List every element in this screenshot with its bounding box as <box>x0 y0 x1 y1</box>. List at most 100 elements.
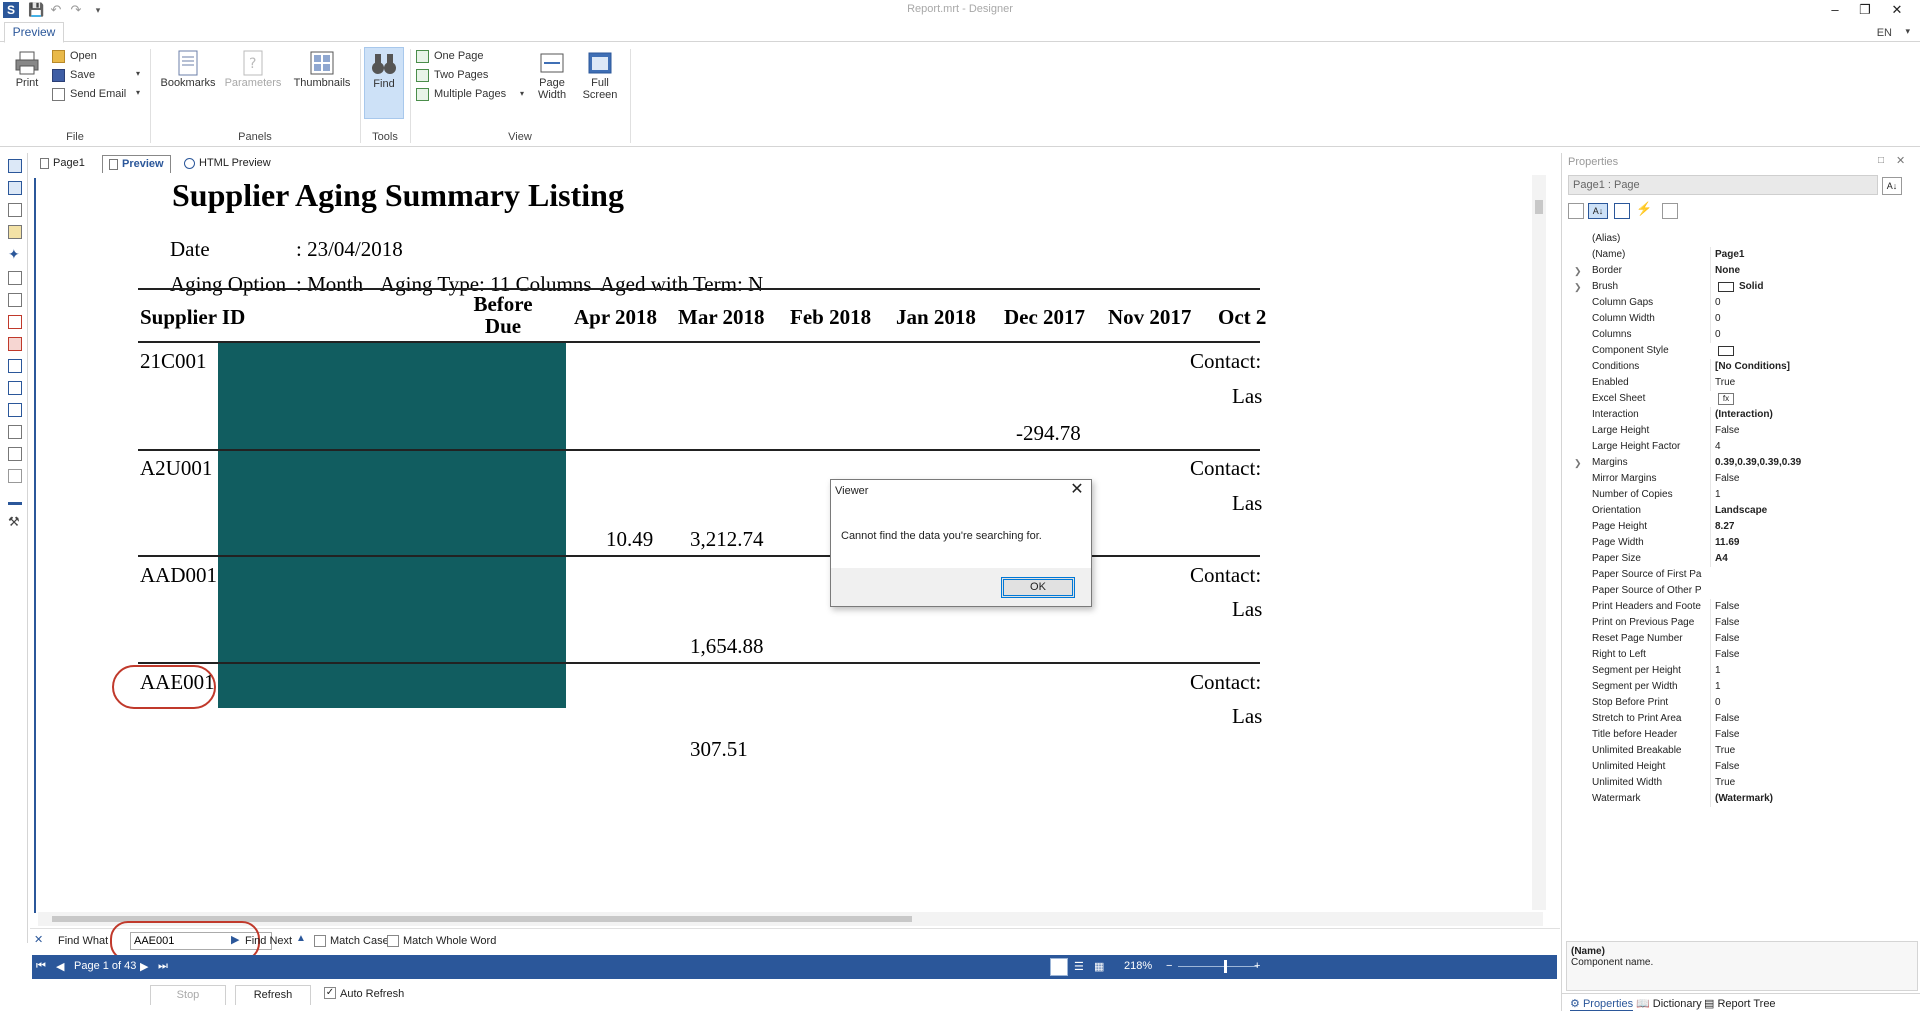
property-row[interactable]: Columns 0 <box>1566 327 1906 343</box>
property-row[interactable]: Segment per Width 1 <box>1566 679 1906 695</box>
property-row[interactable]: Unlimited Width True <box>1566 775 1906 791</box>
barcode-component-icon[interactable] <box>8 337 22 351</box>
property-value[interactable]: 1 <box>1710 487 1900 503</box>
first-page-icon[interactable]: ⏮ <box>36 960 46 973</box>
continuous-view-icon[interactable]: ☰ <box>1074 960 1084 973</box>
thumbnails-button[interactable]: Thumbnails <box>290 49 354 89</box>
property-row[interactable]: Mirror Margins False <box>1566 471 1906 487</box>
zoom-slider[interactable] <box>1178 966 1258 967</box>
multi-page-view-icon[interactable]: ▦ <box>1094 960 1104 973</box>
property-value[interactable]: True <box>1710 743 1900 759</box>
property-row[interactable]: Component Style <box>1566 343 1906 359</box>
auto-refresh-checkbox[interactable]: ✓ <box>324 987 336 999</box>
expand-icon[interactable]: ❯ <box>1574 455 1582 471</box>
close-icon[interactable]: ✕ <box>1067 480 1087 500</box>
property-row[interactable]: Paper Size A4 <box>1566 551 1906 567</box>
property-row[interactable]: Orientation Landscape <box>1566 503 1906 519</box>
property-row[interactable]: Title before Header False <box>1566 727 1906 743</box>
property-row[interactable]: Print on Previous Page False <box>1566 615 1906 631</box>
property-row[interactable]: Reset Page Number False <box>1566 631 1906 647</box>
multiple-pages-dropdown-icon[interactable]: ▾ <box>520 89 524 98</box>
categorized-icon[interactable] <box>1568 203 1584 219</box>
previous-page-icon[interactable]: ◀ <box>56 960 64 973</box>
match-case-checkbox[interactable] <box>314 935 326 947</box>
property-row[interactable]: Conditions [No Conditions] <box>1566 359 1906 375</box>
property-value[interactable]: False <box>1710 727 1900 743</box>
single-page-view-icon[interactable] <box>1050 958 1068 976</box>
property-row[interactable]: Unlimited Height False <box>1566 759 1906 775</box>
language-selector[interactable]: EN <box>1877 27 1892 39</box>
property-value[interactable]: Solid <box>1710 279 1900 295</box>
chart-component-icon[interactable] <box>8 491 22 505</box>
property-row[interactable]: ❯ Border None <box>1566 263 1906 279</box>
stop-button[interactable]: Stop <box>150 985 226 1005</box>
property-row[interactable]: ❯ Margins 0.39,0.39,0.39,0.39 <box>1566 455 1906 471</box>
property-grid[interactable]: (Alias) (Name) Page1 ❯ Border None ❯ Brush So… <box>1566 231 1906 807</box>
shape-component-icon[interactable] <box>8 469 22 483</box>
page-header-band-icon[interactable] <box>8 181 22 195</box>
property-row[interactable]: Stretch to Print Area False <box>1566 711 1906 727</box>
match-whole-word-checkbox[interactable] <box>387 935 399 947</box>
next-page-icon[interactable]: ▶ <box>140 960 148 973</box>
puzzle-icon[interactable]: ✦ <box>8 247 22 261</box>
alphabetical-icon[interactable]: A↓ <box>1588 203 1608 219</box>
property-row[interactable]: Right to Left False <box>1566 647 1906 663</box>
chevron-down-icon[interactable]: ▾ <box>1905 26 1910 37</box>
save-dropdown-icon[interactable]: ▾ <box>136 69 140 78</box>
property-row[interactable]: (Alias) <box>1566 231 1906 247</box>
container-component-icon[interactable] <box>8 381 22 395</box>
parameters-button[interactable]: ? Parameters <box>222 49 284 89</box>
page-width-button[interactable]: Page Width <box>530 49 574 101</box>
tab-properties[interactable]: ⚙ Properties <box>1570 997 1634 1011</box>
group-band-icon[interactable] <box>8 225 22 239</box>
ok-button[interactable]: OK <box>1001 577 1075 598</box>
property-value[interactable]: 0 <box>1710 327 1900 343</box>
property-value[interactable]: 4 <box>1710 439 1900 455</box>
tab-page1[interactable]: Page1 <box>40 155 85 173</box>
find-next-button[interactable]: Find Next <box>245 935 292 947</box>
close-icon[interactable]: ✕ <box>1896 154 1905 167</box>
property-row[interactable]: Segment per Height 1 <box>1566 663 1906 679</box>
property-value[interactable]: 11.69 <box>1710 535 1900 551</box>
property-value[interactable]: True <box>1710 775 1900 791</box>
tab-dictionary[interactable]: 📖 Dictionary <box>1636 997 1702 1010</box>
property-row[interactable]: Interaction (Interaction) <box>1566 407 1906 423</box>
zoom-out-button[interactable]: − <box>1166 960 1172 972</box>
restore-button[interactable]: ❐ <box>1850 0 1880 20</box>
properties-tab-icon[interactable] <box>1614 203 1630 219</box>
page-info[interactable]: Page 1 of 43 <box>74 960 136 972</box>
checkbox-component-icon[interactable] <box>8 447 22 461</box>
property-value[interactable]: 0 <box>1710 695 1900 711</box>
property-value[interactable]: False <box>1710 759 1900 775</box>
rich-text-icon[interactable] <box>8 293 22 307</box>
property-value[interactable]: False <box>1710 631 1900 647</box>
tab-report-tree[interactable]: ▤ Report Tree <box>1704 997 1776 1010</box>
property-value[interactable]: (Interaction) <box>1710 407 1900 423</box>
property-row[interactable]: Large Height False <box>1566 423 1906 439</box>
property-row[interactable]: Unlimited Breakable True <box>1566 743 1906 759</box>
property-value[interactable]: (Watermark) <box>1710 791 1900 807</box>
property-value[interactable]: Page1 <box>1710 247 1900 263</box>
property-row[interactable]: Number of Copies 1 <box>1566 487 1906 503</box>
multiple-pages-button[interactable]: Multiple Pages <box>416 85 506 103</box>
property-value[interactable]: 0.39,0.39,0.39,0.39 <box>1710 455 1900 471</box>
tools-icon[interactable]: ⚒ <box>8 515 22 529</box>
property-row[interactable]: Column Gaps 0 <box>1566 295 1906 311</box>
property-value[interactable]: False <box>1710 599 1900 615</box>
component-selector[interactable]: Page1 : Page <box>1568 175 1878 195</box>
property-row[interactable]: ❯ Brush Solid <box>1566 279 1906 295</box>
find-button[interactable]: Find <box>364 47 404 119</box>
property-row[interactable]: (Name) Page1 <box>1566 247 1906 263</box>
property-row[interactable]: Watermark (Watermark) <box>1566 791 1906 807</box>
table-component-icon[interactable] <box>8 425 22 439</box>
property-value[interactable]: 0 <box>1710 295 1900 311</box>
full-screen-button[interactable]: Full Screen <box>578 49 622 101</box>
find-bar-close-icon[interactable]: ✕ <box>34 933 43 946</box>
report-preview-area[interactable]: Supplier Aging Summary Listing Date : 23… <box>30 175 1555 910</box>
image-component-icon[interactable] <box>8 315 22 329</box>
print-button[interactable]: Print <box>8 49 46 89</box>
property-row[interactable]: Page Height 8.27 <box>1566 519 1906 535</box>
tab-html-preview[interactable]: HTML Preview <box>184 155 271 173</box>
property-value[interactable]: False <box>1710 615 1900 631</box>
property-pages-icon[interactable] <box>1662 203 1678 219</box>
